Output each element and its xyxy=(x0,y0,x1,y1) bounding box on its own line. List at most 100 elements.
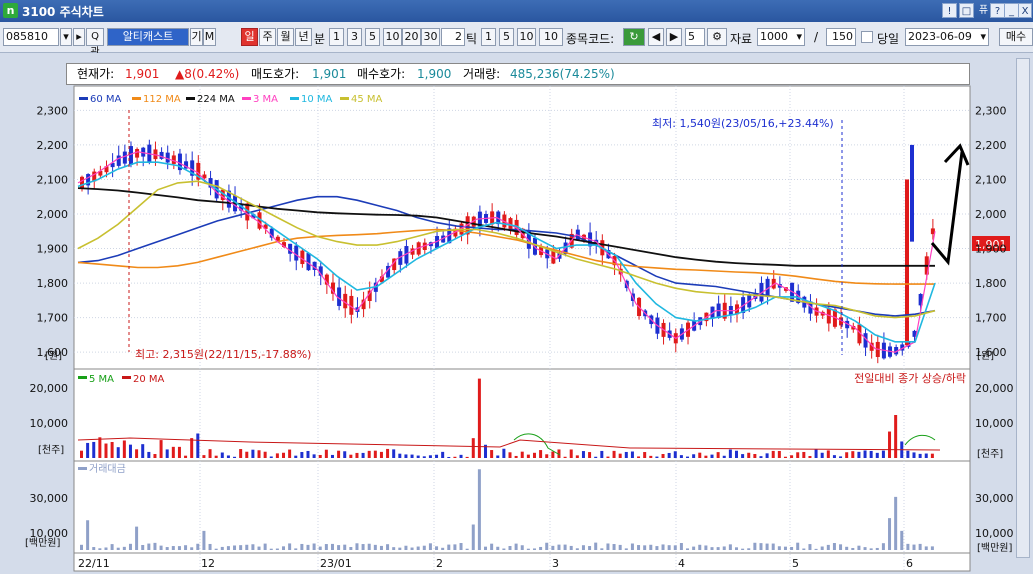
amount-bar xyxy=(637,545,641,550)
amount-bar xyxy=(912,544,916,550)
amount-bar xyxy=(594,542,598,550)
legend-swatch-ma112 xyxy=(132,97,141,100)
volume-bar xyxy=(282,452,286,458)
volume-bar xyxy=(214,455,218,458)
volume-bar xyxy=(410,454,414,458)
amount-plot-area xyxy=(73,460,971,554)
volume-bar xyxy=(141,444,145,458)
amount-bar xyxy=(630,543,634,550)
amount-bar xyxy=(300,543,304,550)
volume-bar xyxy=(318,454,322,458)
volume-bar xyxy=(416,455,420,458)
volume-bar xyxy=(239,449,243,458)
volume-bar xyxy=(863,450,867,458)
volume-bar xyxy=(300,451,304,458)
volume-bar xyxy=(655,456,659,458)
amount-bar xyxy=(367,543,371,550)
amount-bar xyxy=(832,543,836,550)
legend-swatch-ma224 xyxy=(186,97,195,100)
amount-bar xyxy=(894,496,898,550)
volume-bar xyxy=(649,455,653,458)
price-unit-right: [원] xyxy=(977,350,994,362)
amount-bar xyxy=(294,548,298,550)
amount-bar xyxy=(122,546,126,550)
legend-ma45: 45 MA xyxy=(351,94,383,105)
amount-bar xyxy=(875,547,879,550)
volume-bar xyxy=(722,455,726,458)
amount-bar xyxy=(526,548,530,550)
volume-bar xyxy=(80,450,83,458)
candle-body xyxy=(135,149,140,158)
amount-bar xyxy=(753,542,757,550)
volume-bar xyxy=(502,448,506,458)
volume-bar xyxy=(661,454,665,458)
legend-swatch-ma10 xyxy=(290,97,299,100)
y-tick-label-left: 2,000 xyxy=(37,208,69,221)
legend-swatch-vol-ma20 xyxy=(122,376,131,379)
amount-bar xyxy=(208,543,212,550)
amount-bar xyxy=(459,543,463,550)
volume-bar xyxy=(343,451,347,458)
stock-chart: 60 MA 112 MA 224 MA 3 MA 10 MA 45 MA 최저:… xyxy=(25,85,1014,572)
amount-bar xyxy=(312,543,316,550)
volume-bar xyxy=(171,446,175,458)
volume-bar xyxy=(520,451,524,458)
amount-bar xyxy=(845,546,849,550)
amount-bar xyxy=(422,545,426,550)
volume-unit-left: [천주] xyxy=(38,444,64,456)
volume-bar xyxy=(796,452,800,458)
volume-bar xyxy=(777,450,781,458)
volume-bar xyxy=(453,456,457,458)
volume-bar xyxy=(875,452,879,458)
volume-bar xyxy=(496,455,500,458)
volume-bar xyxy=(233,456,237,458)
volume-bar xyxy=(306,450,310,458)
volume-bar xyxy=(759,456,763,458)
amount-bar xyxy=(704,545,708,550)
volume-bar xyxy=(251,449,255,458)
volume-bar xyxy=(392,449,396,458)
amount-bar xyxy=(783,546,787,550)
volume-bar xyxy=(361,452,365,458)
volume-bar xyxy=(563,456,567,458)
amount-bar xyxy=(643,545,647,550)
volume-bar xyxy=(373,450,377,458)
volume-bar xyxy=(92,441,96,458)
amount-bar xyxy=(514,543,518,550)
volume-bar xyxy=(98,437,102,458)
volume-bar xyxy=(441,451,445,458)
amount-bar xyxy=(171,546,175,550)
amount-bar xyxy=(649,544,653,550)
amount-bar xyxy=(888,518,892,550)
amount-bar xyxy=(563,544,567,550)
volume-bar xyxy=(569,449,573,458)
volume-bar xyxy=(86,442,90,458)
amount-bar xyxy=(606,543,610,550)
amount-bar xyxy=(728,544,732,550)
amount-bar xyxy=(416,546,420,550)
volume-bar xyxy=(790,455,794,458)
amount-bar xyxy=(484,546,488,550)
legend-swatch-ma45 xyxy=(340,97,349,100)
low-annotation: 최저: 1,540원(23/05/16,+23.44%) xyxy=(652,117,834,130)
amount-bar xyxy=(906,543,910,550)
y-tick-label-right: 2,300 xyxy=(975,104,1007,117)
amount-y-tick-right: 30,000 xyxy=(975,492,1014,505)
volume-bar xyxy=(324,449,328,458)
amount-bar xyxy=(612,544,616,550)
amount-bar xyxy=(618,544,622,550)
amount-bar xyxy=(545,542,549,550)
amount-bar xyxy=(490,543,494,550)
volume-bar xyxy=(539,450,543,458)
candle-body xyxy=(294,245,299,261)
amount-bar xyxy=(624,548,628,550)
volume-bar xyxy=(398,453,402,458)
amount-bar xyxy=(349,547,353,550)
volume-bar xyxy=(514,455,518,458)
candle-body xyxy=(122,151,127,164)
volume-bar xyxy=(924,453,928,458)
volume-bar xyxy=(612,450,616,458)
y-tick-label-right: 2,000 xyxy=(975,208,1007,221)
volume-bar xyxy=(716,452,720,458)
amount-bar xyxy=(177,546,181,550)
